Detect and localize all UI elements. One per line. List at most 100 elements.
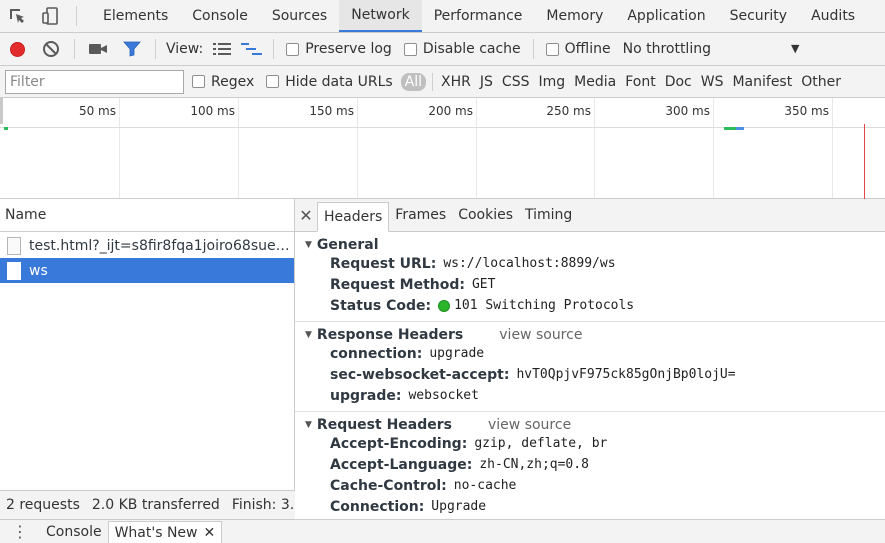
request-count: 2 requests bbox=[6, 497, 80, 513]
tab-security[interactable]: Security bbox=[718, 0, 800, 32]
filter-toggle-button[interactable] bbox=[115, 33, 149, 66]
type-filter-xhr[interactable]: XHR bbox=[437, 74, 475, 90]
header-value: zh-CN,zh;q=0.8 bbox=[479, 457, 589, 472]
header-key: connection: bbox=[330, 345, 423, 362]
overview-gridline bbox=[476, 98, 477, 198]
toolbar-divider bbox=[155, 39, 156, 59]
type-filter-other[interactable]: Other bbox=[797, 74, 845, 90]
toolbar-divider bbox=[273, 39, 275, 59]
overview-toggle-button[interactable] bbox=[237, 33, 267, 66]
capture-screenshots-button[interactable] bbox=[81, 33, 115, 66]
main-tab-bar: Elements Console Sources Network Perform… bbox=[0, 0, 885, 33]
drawer-tab-whats-new[interactable]: What's New ✕ bbox=[107, 521, 223, 543]
type-filter-font[interactable]: Font bbox=[621, 74, 659, 90]
overview-tick-label: 50 ms bbox=[78, 104, 116, 118]
type-filter-all[interactable]: All bbox=[400, 72, 427, 91]
name-column-header[interactable]: Name bbox=[0, 199, 294, 232]
overview-baseline bbox=[0, 127, 885, 128]
type-filter-doc[interactable]: Doc bbox=[661, 74, 696, 90]
toolbar-divider bbox=[76, 6, 77, 26]
view-source-link[interactable]: view source bbox=[499, 327, 582, 343]
view-source-link[interactable]: view source bbox=[488, 417, 571, 433]
checkbox-box[interactable] bbox=[286, 42, 300, 56]
filter-bar: Regex Hide data URLs All XHR JS CSS Img … bbox=[0, 66, 885, 98]
large-rows-button[interactable] bbox=[207, 33, 237, 66]
hide-data-urls-checkbox[interactable]: Hide data URLs bbox=[266, 74, 393, 90]
drawer-tab-label: What's New bbox=[114, 524, 198, 541]
network-overview[interactable]: 50 ms 100 ms 150 ms 200 ms 250 ms 300 ms… bbox=[0, 98, 885, 199]
tab-headers[interactable]: Headers bbox=[317, 202, 390, 232]
list-view-icon bbox=[213, 43, 232, 55]
response-headers-section: ▼ Response Headers view source connectio… bbox=[295, 322, 885, 412]
offline-checkbox[interactable]: Offline bbox=[545, 41, 611, 57]
funnel-icon bbox=[123, 41, 141, 57]
overview-tick-label: 300 ms bbox=[665, 104, 710, 118]
type-filter-manifest[interactable]: Manifest bbox=[728, 74, 796, 90]
drawer-tab-console[interactable]: Console bbox=[40, 521, 108, 543]
filter-input[interactable] bbox=[5, 69, 184, 94]
more-vertical-icon[interactable]: ⋮ bbox=[0, 519, 40, 543]
type-filter-ws[interactable]: WS bbox=[697, 74, 728, 90]
checkbox-box[interactable] bbox=[192, 75, 205, 88]
request-name: ws bbox=[29, 262, 48, 279]
overview-tick-label: 250 ms bbox=[546, 104, 591, 118]
overview-gridline bbox=[119, 98, 120, 198]
tab-frames[interactable]: Frames bbox=[389, 199, 452, 231]
type-filter-js[interactable]: JS bbox=[476, 74, 497, 90]
checkbox-box[interactable] bbox=[266, 75, 280, 88]
general-section: ▼ General Request URL: ws://localhost:88… bbox=[295, 232, 885, 322]
type-filter-media[interactable]: Media bbox=[570, 74, 620, 90]
record-icon bbox=[9, 41, 25, 57]
tab-memory[interactable]: Memory bbox=[534, 0, 615, 32]
tab-performance[interactable]: Performance bbox=[422, 0, 535, 32]
close-icon[interactable]: ✕ bbox=[295, 199, 317, 231]
chevron-down-icon[interactable]: ▼ bbox=[791, 42, 799, 55]
checkbox-box[interactable] bbox=[545, 42, 559, 56]
header-row: Accept-Language: zh-CN,zh;q=0.8 bbox=[305, 454, 885, 475]
close-icon[interactable]: ✕ bbox=[204, 525, 216, 541]
preserve-log-checkbox[interactable]: Preserve log bbox=[286, 41, 392, 57]
request-row[interactable]: test.html?_ijt=s8fir8fqa1joiro68sue72... bbox=[0, 233, 294, 258]
header-value: Upgrade bbox=[431, 499, 487, 514]
document-icon bbox=[7, 261, 21, 280]
tab-timing[interactable]: Timing bbox=[519, 199, 578, 231]
tab-elements[interactable]: Elements bbox=[91, 0, 180, 32]
detail-tab-bar: ✕ Headers Frames Cookies Timing bbox=[295, 199, 885, 232]
request-headers-header[interactable]: ▼ Request Headers view source bbox=[305, 416, 885, 433]
tab-network[interactable]: Network bbox=[339, 0, 422, 32]
throttling-select[interactable]: No throttling bbox=[623, 41, 711, 57]
general-section-header[interactable]: ▼ General bbox=[305, 236, 885, 253]
type-filter-css[interactable]: CSS bbox=[498, 74, 534, 90]
inspect-element-icon[interactable] bbox=[0, 0, 34, 32]
overview-gridline bbox=[357, 98, 358, 198]
header-key: sec-websocket-accept: bbox=[330, 366, 510, 383]
header-row: Connection: Upgrade bbox=[305, 496, 885, 517]
tab-application[interactable]: Application bbox=[615, 0, 717, 32]
network-toolbar: View: Preserve log Disable cache Offline… bbox=[0, 33, 885, 66]
transferred-size: 2.0 KB transferred bbox=[91, 497, 220, 513]
header-key: Accept-Language: bbox=[330, 456, 473, 473]
tab-audits[interactable]: Audits bbox=[799, 0, 867, 32]
view-label: View: bbox=[166, 41, 204, 57]
type-filter-img[interactable]: Img bbox=[534, 74, 569, 90]
offline-label: Offline bbox=[564, 41, 611, 57]
drawer-tab-bar: ⋮ Console What's New ✕ bbox=[0, 519, 885, 543]
clear-button[interactable] bbox=[34, 33, 68, 66]
disable-cache-checkbox[interactable]: Disable cache bbox=[403, 41, 521, 57]
tab-cookies[interactable]: Cookies bbox=[452, 199, 519, 231]
document-icon bbox=[7, 236, 21, 255]
regex-label: Regex bbox=[211, 73, 255, 90]
request-row-selected[interactable]: ws bbox=[0, 258, 294, 283]
tab-sources[interactable]: Sources bbox=[260, 0, 339, 32]
header-row: sec-websocket-accept: hvT0QpjvF975ck85gO… bbox=[305, 364, 885, 385]
regex-checkbox[interactable]: Regex bbox=[192, 74, 254, 90]
header-row: connection: upgrade bbox=[305, 343, 885, 364]
device-toolbar-icon[interactable] bbox=[34, 0, 68, 32]
checkbox-box[interactable] bbox=[403, 42, 417, 56]
header-key: Request URL: bbox=[330, 255, 437, 272]
overview-gridline bbox=[713, 98, 714, 198]
response-headers-header[interactable]: ▼ Response Headers view source bbox=[305, 326, 885, 343]
tab-console[interactable]: Console bbox=[180, 0, 260, 32]
clear-icon bbox=[43, 41, 59, 57]
record-button[interactable] bbox=[0, 33, 34, 66]
